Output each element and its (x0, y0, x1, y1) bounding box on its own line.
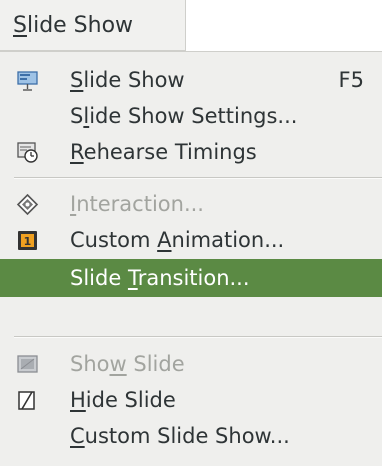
menu-item-pre: Sho (70, 352, 110, 376)
shortcut-label: F5 (338, 68, 364, 92)
menu-item-slide-show[interactable]: Slide Show F5 (0, 62, 382, 99)
menu-item-custom-slide-show[interactable]: Custom Slide Show... (0, 418, 382, 455)
menu-item-mnemonic: T (127, 266, 138, 290)
menu-item-mnemonic: C (70, 424, 85, 448)
menu-item-post: lide Show (83, 68, 185, 92)
menu-item-show-slide[interactable]: Show Slide (0, 346, 382, 383)
menu-item-mnemonic: w (109, 352, 127, 376)
menu-item-pre: Custom (70, 228, 158, 252)
menu-item-mnemonic: S (70, 68, 84, 92)
svg-text:1: 1 (24, 235, 32, 248)
menu-item-post: ustom Slide Show... (84, 424, 290, 448)
menu-item-hide-slide[interactable]: Hide Slide (0, 382, 382, 419)
menu-item-post: ehearse Timings (83, 140, 257, 164)
menu-item-post: ide Show Settings... (89, 104, 298, 128)
show-slide-icon (17, 355, 38, 373)
stopwatch-slide-icon (17, 142, 38, 163)
menu-item-slide-transition[interactable]: Slide Transition... (0, 259, 382, 297)
menu-item-interaction[interactable]: Interaction... (0, 186, 382, 223)
menu-item-post: ide Slide (85, 388, 176, 412)
menu-item-rehearse-timings[interactable]: Rehearse Timings (0, 134, 382, 171)
menu-item-post: nimation... (171, 228, 285, 252)
menu-item-mnemonic: H (70, 388, 86, 412)
menu-item-pre: Slide (70, 266, 128, 290)
slide-show-menu: Slide Show F5 Slide Show Settings... Reh… (0, 51, 382, 466)
menu-item-mnemonic: R (70, 140, 84, 164)
menu-item-pre: S (70, 104, 84, 128)
film-frame-icon: 1 (18, 231, 37, 250)
projector-screen-icon (17, 71, 38, 91)
interaction-diamond-icon (16, 193, 39, 216)
menu-title-mnemonic: S (13, 13, 27, 38)
menu-item-custom-animation[interactable]: 1 Custom Animation... (0, 222, 382, 259)
menu-item-mnemonic: A (157, 228, 172, 252)
menu-item-post: nteraction... (76, 192, 204, 216)
menu-item-slide-show-settings[interactable]: Slide Show Settings... (0, 98, 382, 135)
menu-title-post: lide Show (26, 13, 134, 38)
menu-item-post: ransition... (137, 266, 250, 290)
menu-separator (14, 177, 382, 179)
menu-separator (14, 336, 382, 338)
hide-slide-icon (18, 391, 35, 410)
menu-item-post: Slide (126, 352, 185, 376)
menu-title-slide-show[interactable]: Slide Show (0, 0, 186, 51)
